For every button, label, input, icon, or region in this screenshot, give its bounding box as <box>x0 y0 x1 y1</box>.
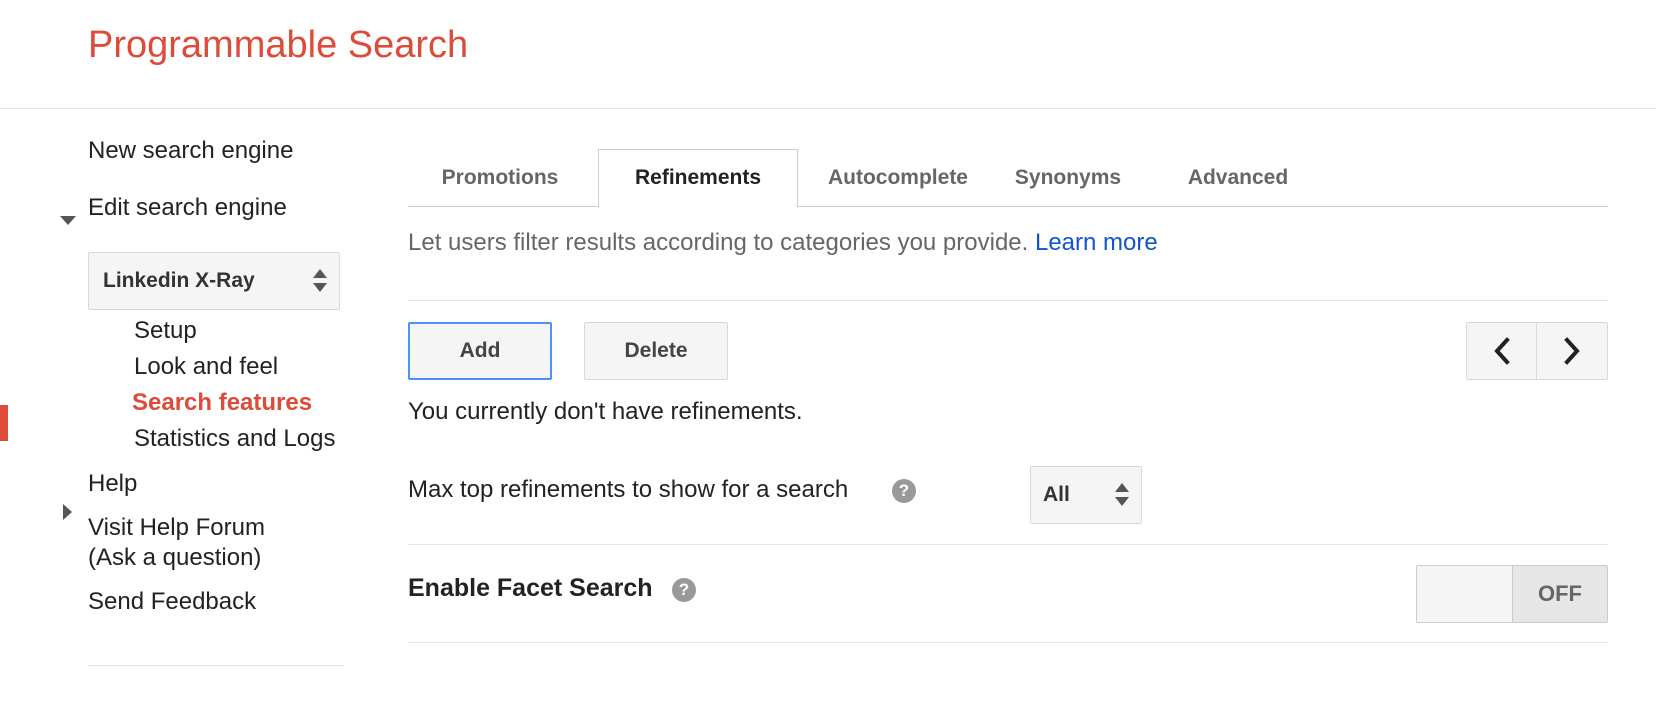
divider <box>408 544 1608 545</box>
chevron-left-icon <box>1494 337 1510 365</box>
add-button[interactable]: Add <box>408 322 552 380</box>
nav-help-forum[interactable]: Visit Help Forum <box>88 514 265 542</box>
sidebar-divider <box>88 665 344 666</box>
main-content: Promotions Refinements Autocomplete Syno… <box>408 109 1608 712</box>
nav-help-forum-sub[interactable]: (Ask a question) <box>88 544 261 572</box>
nav-search-features[interactable]: Search features <box>132 389 312 417</box>
max-refinements-value: All <box>1043 483 1070 506</box>
tab-synonyms[interactable]: Synonyms <box>998 149 1138 207</box>
toggle-knob <box>1417 566 1513 622</box>
engine-selector[interactable]: Linkedin X-Ray <box>88 252 340 310</box>
select-arrows-icon <box>313 269 327 293</box>
expand-down-icon[interactable] <box>60 216 76 225</box>
expand-right-icon[interactable] <box>63 504 72 520</box>
active-nav-marker <box>0 405 8 441</box>
tab-promotions[interactable]: Promotions <box>408 149 592 207</box>
nav-send-feedback[interactable]: Send Feedback <box>88 588 256 616</box>
tab-autocomplete[interactable]: Autocomplete <box>798 149 998 207</box>
app-title: Programmable Search <box>88 24 469 66</box>
divider <box>408 300 1608 301</box>
nav-setup[interactable]: Setup <box>134 317 197 345</box>
nav-edit-search-engine[interactable]: Edit search engine <box>88 194 287 222</box>
nav-look-and-feel[interactable]: Look and feel <box>134 353 278 381</box>
previous-button[interactable] <box>1467 323 1537 379</box>
description: Let users filter results according to ca… <box>408 229 1158 257</box>
description-text: Let users filter results according to ca… <box>408 229 1029 256</box>
engine-selector-value: Linkedin X-Ray <box>103 269 255 292</box>
nav-help[interactable]: Help <box>88 470 137 498</box>
select-arrows-icon <box>1115 483 1129 507</box>
divider <box>408 642 1608 643</box>
empty-refinements-message: You currently don't have refinements. <box>408 398 803 425</box>
next-button[interactable] <box>1537 323 1607 379</box>
max-refinements-label: Max top refinements to show for a search <box>408 476 849 503</box>
toggle-state: OFF <box>1513 566 1607 622</box>
tab-bar: Promotions Refinements Autocomplete Syno… <box>408 149 1608 208</box>
help-icon[interactable]: ? <box>672 578 696 602</box>
sidebar: New search engine Edit search engine Lin… <box>0 109 380 712</box>
learn-more-link[interactable]: Learn more <box>1035 229 1158 256</box>
nav-statistics-and-logs[interactable]: Statistics and Logs <box>134 425 335 453</box>
chevron-right-icon <box>1564 337 1580 365</box>
max-refinements-select[interactable]: All <box>1030 466 1142 524</box>
nav-new-search-engine[interactable]: New search engine <box>88 137 293 165</box>
header: Programmable Search <box>0 0 1656 109</box>
facet-search-toggle[interactable]: OFF <box>1416 565 1608 623</box>
tab-refinements[interactable]: Refinements <box>598 149 798 208</box>
facet-search-label: Enable Facet Search <box>408 574 653 602</box>
pager <box>1466 322 1608 380</box>
help-icon[interactable]: ? <box>892 479 916 503</box>
delete-button[interactable]: Delete <box>584 322 728 380</box>
tab-advanced[interactable]: Advanced <box>1168 149 1308 207</box>
